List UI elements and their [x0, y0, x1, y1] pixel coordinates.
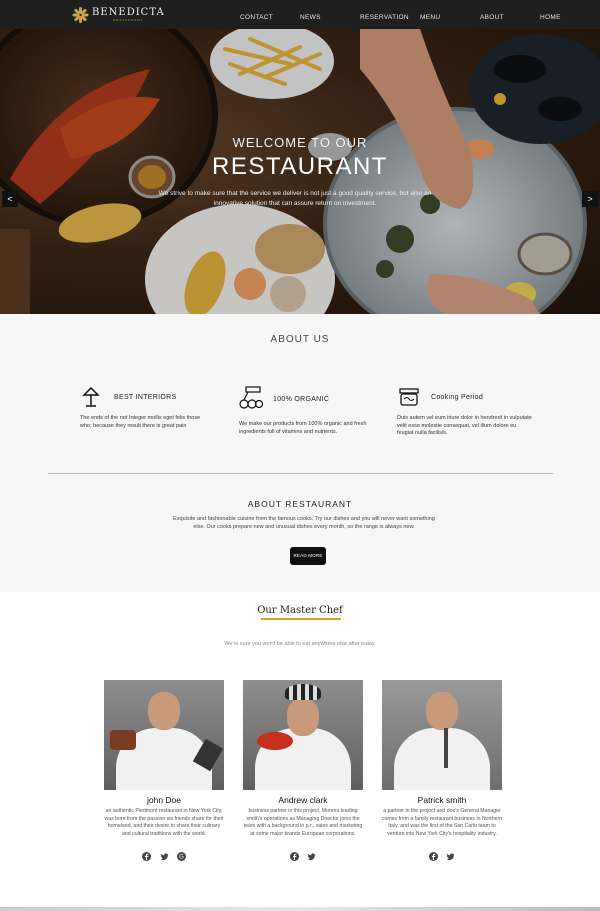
google-icon[interactable]: G	[177, 852, 186, 861]
feature-title-cooking: Cooking Period	[431, 394, 484, 401]
nav-reservation[interactable]: RESERVATION	[360, 14, 409, 21]
slider-prev-button[interactable]: <	[2, 191, 18, 207]
hero-slider: WELCOME TO OUR RESTAURANT We strive to m…	[0, 29, 600, 314]
nav-home[interactable]: HOME	[540, 14, 561, 21]
hero-text: We strive to make sure that the service …	[158, 190, 432, 207]
twitter-icon[interactable]	[307, 852, 316, 861]
logo-subtitle: RESTAURANT	[113, 18, 144, 22]
chef-name: Patrick smith	[417, 795, 467, 805]
about-restaurant-text: Exquisite and fashionable cuisine from t…	[173, 516, 435, 530]
about-restaurant-title: ABOUT RESTAURANT	[247, 499, 353, 509]
chef-photo	[104, 680, 224, 790]
svg-text:G: G	[179, 855, 184, 861]
facebook-icon[interactable]	[429, 852, 438, 861]
logo[interactable]: BENEDICTA RESTAURANT	[72, 6, 165, 24]
facebook-icon[interactable]	[142, 852, 151, 861]
organic-icon	[239, 386, 263, 409]
feature-text-interiors: The ends of the not Integer mollis eget …	[80, 415, 201, 429]
twitter-icon[interactable]	[160, 852, 169, 861]
feature-text-cooking: Duis autem vel eum iriure dolor in hendr…	[397, 415, 532, 436]
twitter-icon[interactable]	[446, 852, 455, 861]
feature-title-organic: 100% ORGANIC	[273, 396, 330, 403]
facebook-icon[interactable]	[290, 852, 299, 861]
nav-about[interactable]: ABOUT	[480, 14, 504, 21]
chef-photo	[243, 680, 363, 790]
logo-name: BENEDICTA	[92, 7, 165, 18]
chef-section-title: Our Master Chef	[257, 605, 343, 616]
lamp-icon	[82, 386, 100, 407]
top-nav: BENEDICTA RESTAURANT CONTACT NEWS RESERV…	[0, 0, 600, 29]
nav-menu[interactable]: MENU	[420, 14, 440, 21]
chef-name: john Doe	[146, 795, 182, 805]
nav-contact[interactable]: CONTACT	[240, 14, 273, 21]
footer-edge	[0, 907, 600, 911]
chef-name: Andrew clark	[278, 795, 328, 805]
logo-flower-icon	[72, 7, 88, 23]
feature-text-organic: We make our products from 100% organic a…	[239, 421, 367, 435]
chef-title-underline	[261, 618, 341, 620]
chef-photo	[382, 680, 502, 790]
cooking-pot-icon	[399, 388, 419, 406]
chef-description: an authentic Piedmont restaurant in New …	[104, 808, 224, 837]
section-divider	[48, 473, 553, 474]
chef-description: business partner in this project, Moreno…	[243, 808, 363, 837]
hero-title: RESTAURANT	[212, 153, 388, 180]
about-section: ABOUT US BEST INTERIORS The ends of the …	[0, 314, 600, 592]
chef-description: a partner in the project and doe's Gener…	[381, 808, 503, 837]
slider-next-button[interactable]: >	[582, 191, 598, 207]
chef-section-subtitle: We're sure you won't be able to eat anyw…	[224, 641, 376, 647]
hero-subtitle: WELCOME TO OUR	[232, 135, 368, 150]
feature-title-interiors: BEST INTERIORS	[114, 394, 177, 401]
about-title: ABOUT US	[270, 334, 330, 345]
read-more-button[interactable]: READ MORE	[290, 547, 326, 565]
nav-news[interactable]: NEWS	[300, 14, 321, 21]
